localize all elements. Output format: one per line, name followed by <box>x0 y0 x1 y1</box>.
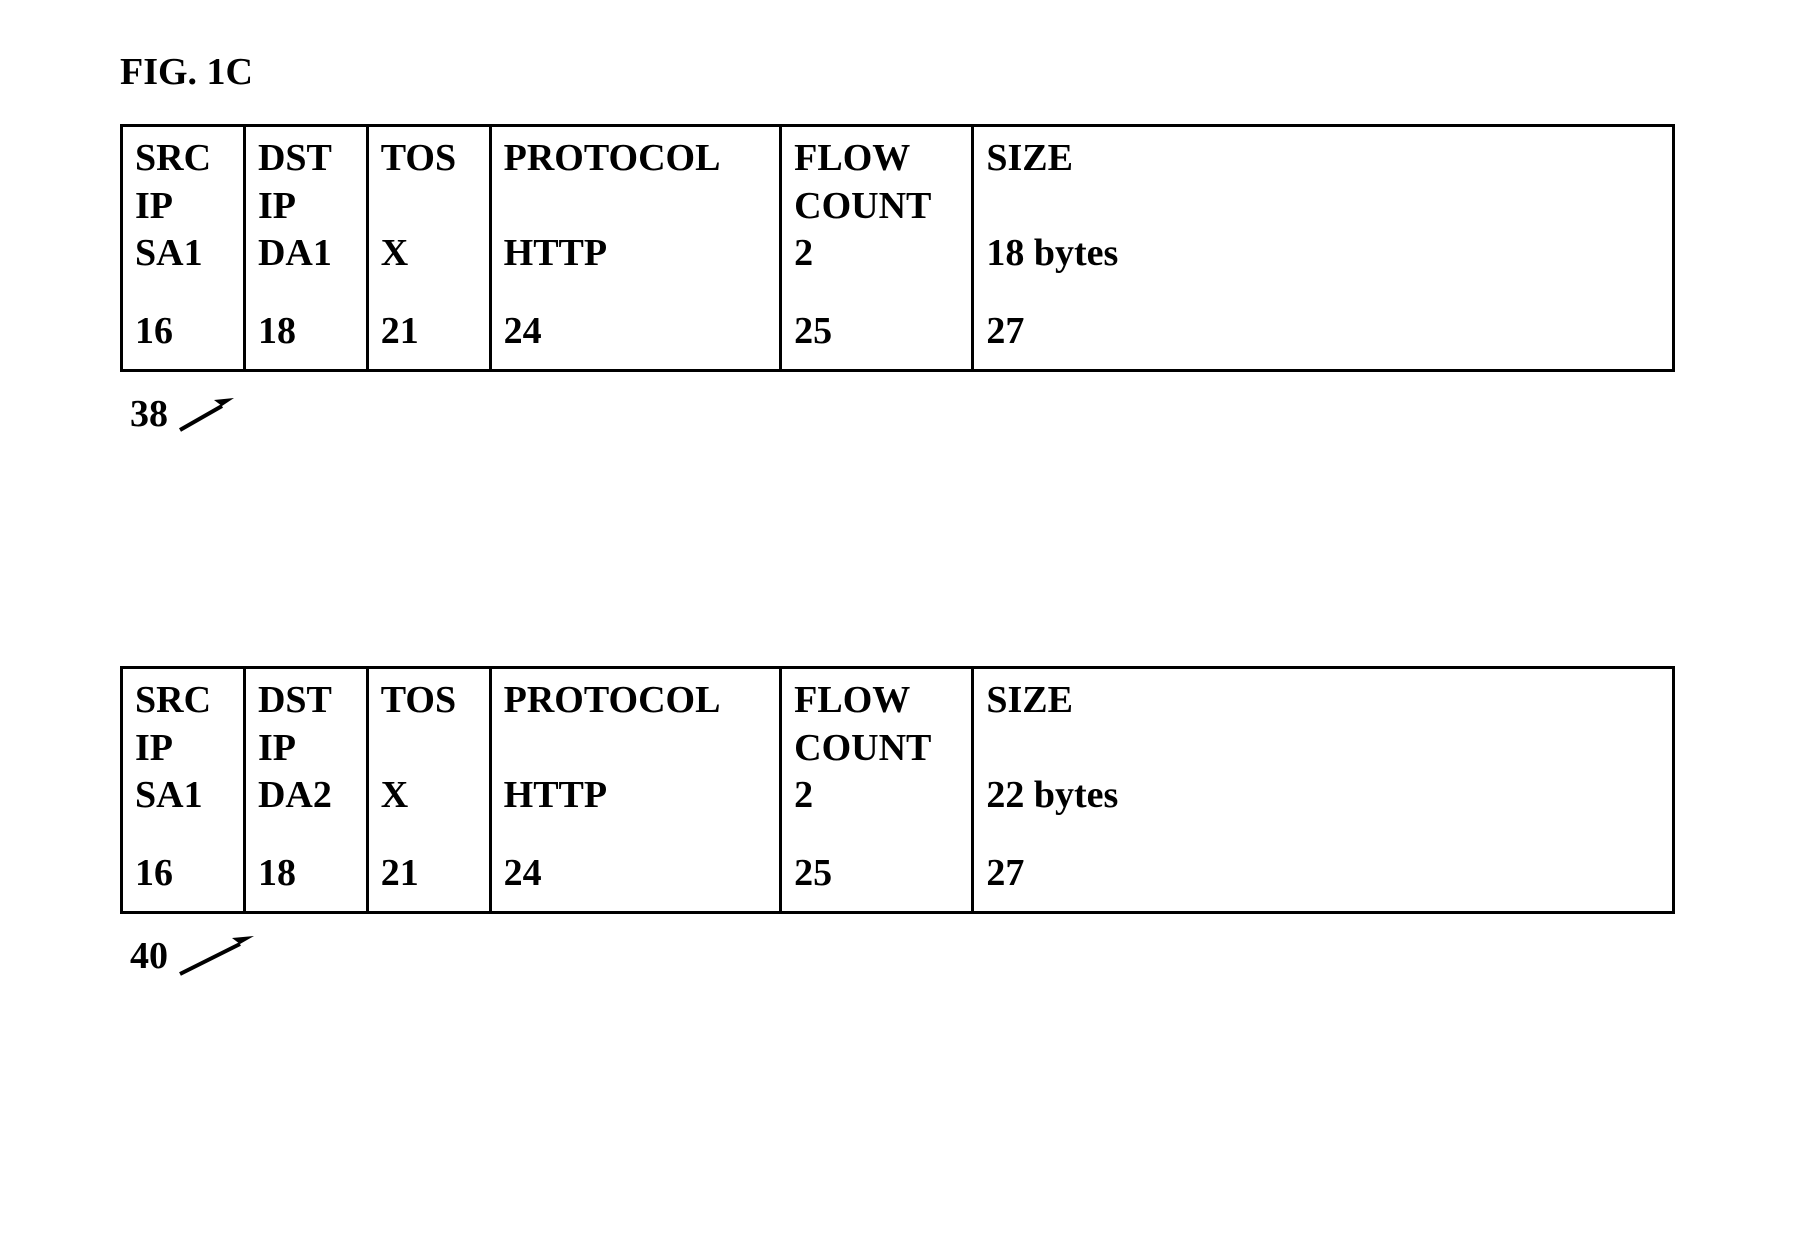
cell-footer: 18 <box>258 310 296 352</box>
figure-label: FIG. 1C <box>120 50 1675 94</box>
cell-value: 2 <box>794 774 813 816</box>
col-header: SIZE <box>986 679 1073 721</box>
cell-footer: 25 <box>794 852 832 894</box>
cell-value: 22 bytes <box>986 774 1118 816</box>
cell-value: HTTP <box>504 232 607 274</box>
cell-value: X <box>381 774 408 816</box>
table-ref-40: 40 <box>130 934 1675 978</box>
col-header: FLOW COUNT <box>794 137 931 227</box>
col-header: FLOW COUNT <box>794 679 931 769</box>
flow-table: SRC IP SA1 16 DST IP DA2 18 TOS X 21 PRO… <box>120 666 1675 914</box>
cell-value: SA1 <box>135 774 203 816</box>
col-header: SRC IP <box>135 137 211 227</box>
cell-value: 2 <box>794 232 813 274</box>
cell-footer: 24 <box>504 310 542 352</box>
cell-footer: 27 <box>986 310 1024 352</box>
col-header: SRC IP <box>135 679 211 769</box>
arrow-icon <box>174 934 264 978</box>
table-38: SRC IP SA1 16 DST IP DA1 18 TOS X 21 PRO… <box>120 124 1675 372</box>
cell-value: SA1 <box>135 232 203 274</box>
flow-table: SRC IP SA1 16 DST IP DA1 18 TOS X 21 PRO… <box>120 124 1675 372</box>
table-40: SRC IP SA1 16 DST IP DA2 18 TOS X 21 PRO… <box>120 666 1675 914</box>
cell-value: 18 bytes <box>986 232 1118 274</box>
col-header: DST IP <box>258 137 331 227</box>
col-header: PROTOCOL <box>504 679 721 721</box>
table-row: SRC IP SA1 16 DST IP DA1 18 TOS X 21 PRO… <box>122 126 1674 371</box>
col-header: DST IP <box>258 679 331 769</box>
cell-footer: 18 <box>258 852 296 894</box>
cell-footer: 21 <box>381 310 419 352</box>
table-row: SRC IP SA1 16 DST IP DA2 18 TOS X 21 PRO… <box>122 668 1674 913</box>
col-header: PROTOCOL <box>504 137 721 179</box>
cell-value: HTTP <box>504 774 607 816</box>
cell-footer: 25 <box>794 310 832 352</box>
cell-value: DA2 <box>258 774 332 816</box>
cell-footer: 21 <box>381 852 419 894</box>
cell-footer: 27 <box>986 852 1024 894</box>
cell-value: X <box>381 232 408 274</box>
cell-value: DA1 <box>258 232 332 274</box>
table-ref-38: 38 <box>130 392 1675 436</box>
cell-footer: 24 <box>504 852 542 894</box>
col-header: TOS <box>381 137 456 179</box>
cell-footer: 16 <box>135 852 173 894</box>
ref-number: 38 <box>130 392 168 436</box>
ref-number: 40 <box>130 934 168 978</box>
arrow-icon <box>174 394 244 434</box>
col-header: SIZE <box>986 137 1073 179</box>
col-header: TOS <box>381 679 456 721</box>
cell-footer: 16 <box>135 310 173 352</box>
